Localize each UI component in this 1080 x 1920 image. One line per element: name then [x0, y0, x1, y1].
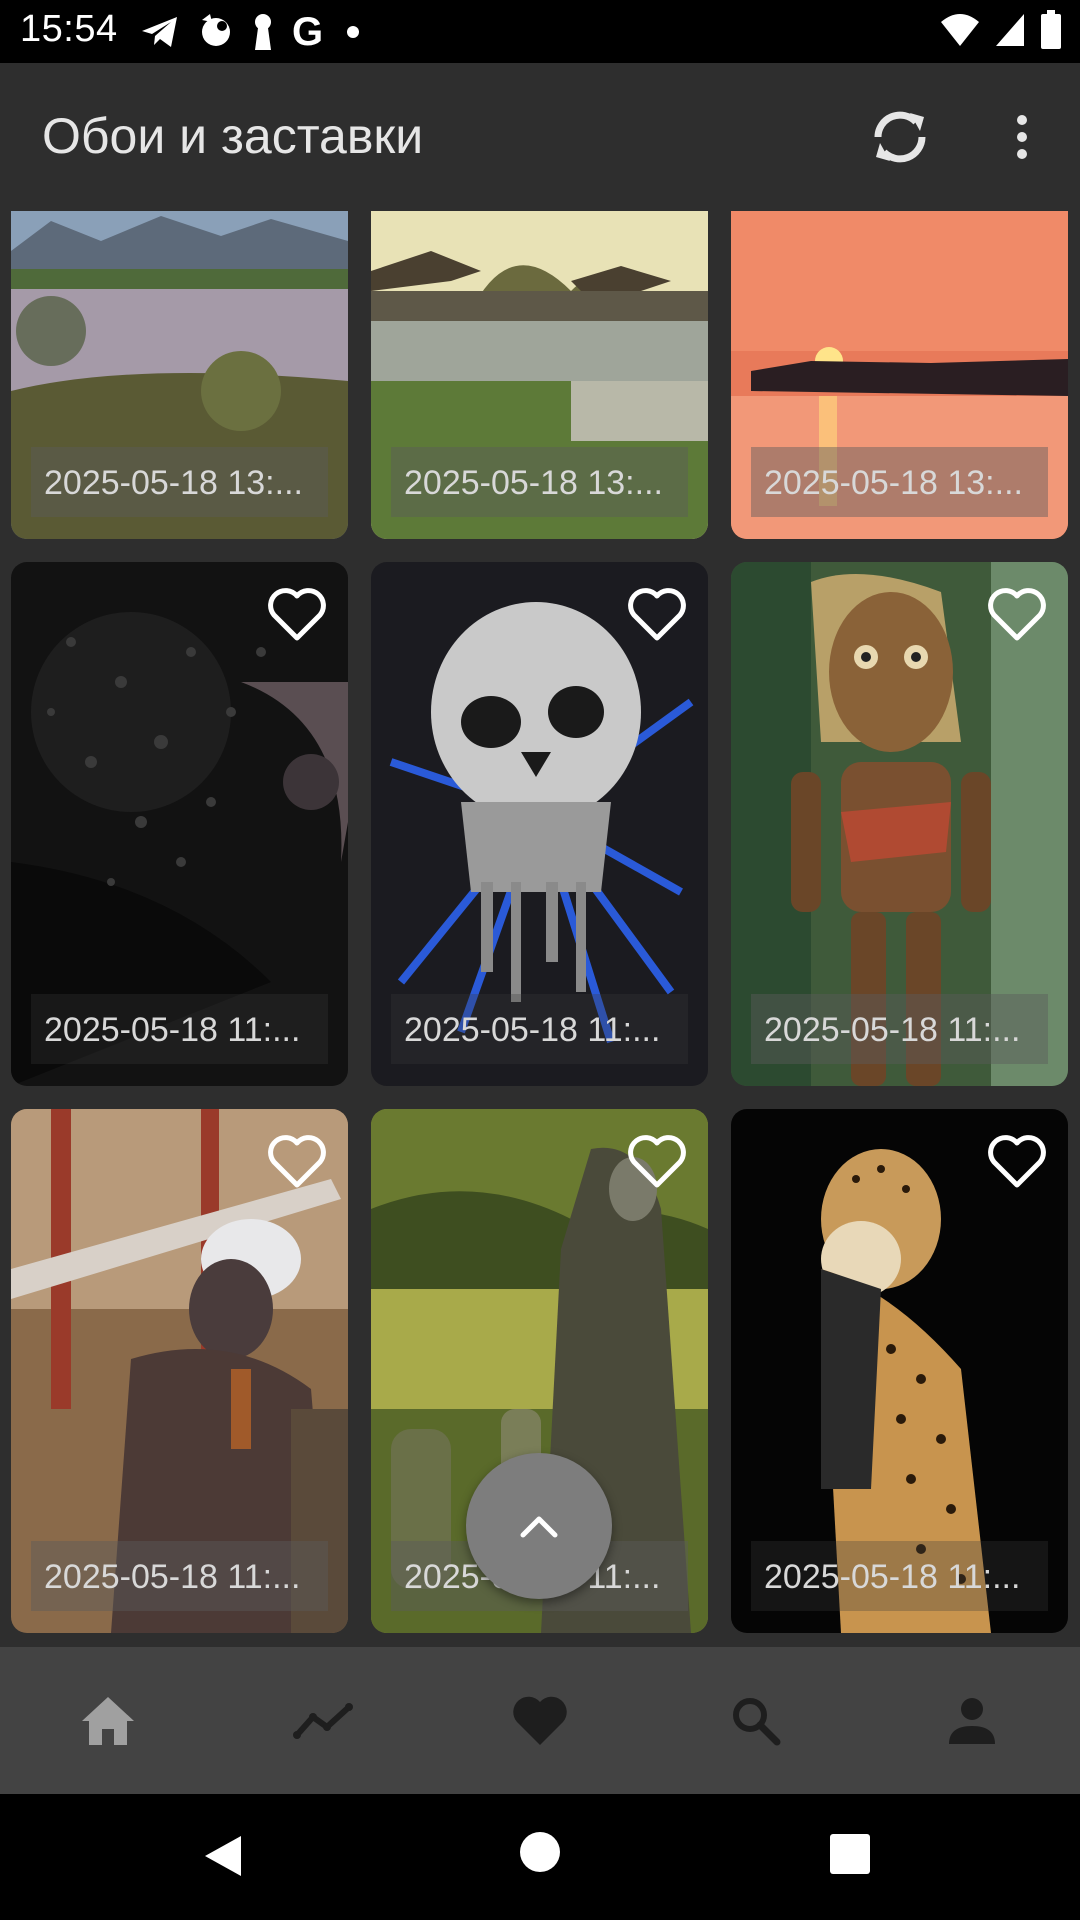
- page-title: Обои и заставки: [42, 108, 424, 164]
- favorite-heart-icon[interactable]: [986, 1133, 1048, 1189]
- chevron-up-icon: [520, 1516, 558, 1538]
- keyhole-icon: [252, 10, 274, 54]
- status-bar: 15:54 G: [0, 0, 1080, 63]
- app-notification-icon: [198, 10, 234, 54]
- favorite-heart-icon[interactable]: [266, 1133, 328, 1189]
- wallpaper-card[interactable]: 2025-05-18 11:...: [371, 562, 708, 1086]
- nav-item-profile[interactable]: [864, 1647, 1080, 1794]
- more-notifications-icon: [347, 26, 360, 38]
- refresh-icon: [874, 111, 926, 163]
- wallpaper-date: 2025-05-18 11:...: [44, 1558, 301, 1596]
- wallpaper-card[interactable]: 2025-05-18 13:...: [371, 211, 708, 539]
- wallpaper-card[interactable]: 2025-05-18 13:...: [731, 211, 1068, 539]
- system-status-icons: [940, 10, 1062, 55]
- wallpaper-card[interactable]: 2025-05-18 11:...: [731, 562, 1068, 1086]
- wallpaper-date: 2025-05-18 11:...: [764, 1558, 1021, 1596]
- signal-icon: [994, 12, 1026, 53]
- favorite-heart-icon[interactable]: [266, 586, 328, 642]
- wallpaper-date: 2025-05-18 13:...: [44, 464, 303, 502]
- notification-icons: G: [140, 10, 360, 54]
- battery-icon: [1040, 10, 1062, 55]
- app-bar: Обои и заставки: [0, 63, 1080, 211]
- nav-item-favorites[interactable]: [432, 1647, 648, 1794]
- status-time: 15:54: [20, 8, 118, 50]
- nav-item-search[interactable]: [648, 1647, 864, 1794]
- telegram-icon: [140, 10, 180, 54]
- wallpaper-card[interactable]: 2025-05-18 11:...: [11, 562, 348, 1086]
- overflow-menu-button[interactable]: [1002, 101, 1042, 173]
- wallpaper-card[interactable]: 2025-05-18 11:...: [731, 1109, 1068, 1633]
- search-icon: [733, 1697, 781, 1745]
- favorite-heart-icon[interactable]: [626, 586, 688, 642]
- nav-item-trending[interactable]: [216, 1647, 432, 1794]
- nav-item-home[interactable]: [0, 1647, 216, 1794]
- system-navigation-bar: [0, 1794, 1080, 1920]
- wallpaper-card[interactable]: 2025-05-18 13:...: [11, 211, 348, 539]
- wallpaper-date: 2025-05-18 11:...: [44, 1011, 301, 1049]
- trending-icon: [293, 1702, 353, 1739]
- heart-icon: [513, 1696, 567, 1745]
- home-button-icon[interactable]: [520, 1832, 560, 1872]
- refresh-button[interactable]: [864, 101, 936, 173]
- favorite-heart-icon[interactable]: [986, 586, 1048, 642]
- home-icon: [82, 1696, 134, 1745]
- wallpaper-date: 2025-05-18 11:...: [404, 1011, 661, 1049]
- wifi-icon: [940, 12, 980, 53]
- screen: 15:54 G Обои и заставки 2025-05-18 13:..…: [0, 0, 1080, 1920]
- recent-apps-icon[interactable]: [830, 1834, 870, 1874]
- wallpaper-date: 2025-05-18 13:...: [404, 464, 663, 502]
- back-icon[interactable]: [203, 1834, 243, 1878]
- more-vert-icon: [1017, 115, 1027, 159]
- wallpaper-date: 2025-05-18 13:...: [764, 464, 1023, 502]
- favorite-heart-icon[interactable]: [626, 1133, 688, 1189]
- bottom-navigation: [0, 1647, 1080, 1794]
- person-icon: [949, 1697, 995, 1744]
- scroll-to-top-button[interactable]: [466, 1453, 612, 1599]
- wallpaper-card[interactable]: 2025-05-18 11:...: [11, 1109, 348, 1633]
- wallpaper-date: 2025-05-18 11:...: [764, 1011, 1021, 1049]
- wallpaper-grid: 2025-05-18 13:... 2025-05-18 13:... 2025…: [0, 211, 1080, 1647]
- google-icon: G: [292, 10, 324, 54]
